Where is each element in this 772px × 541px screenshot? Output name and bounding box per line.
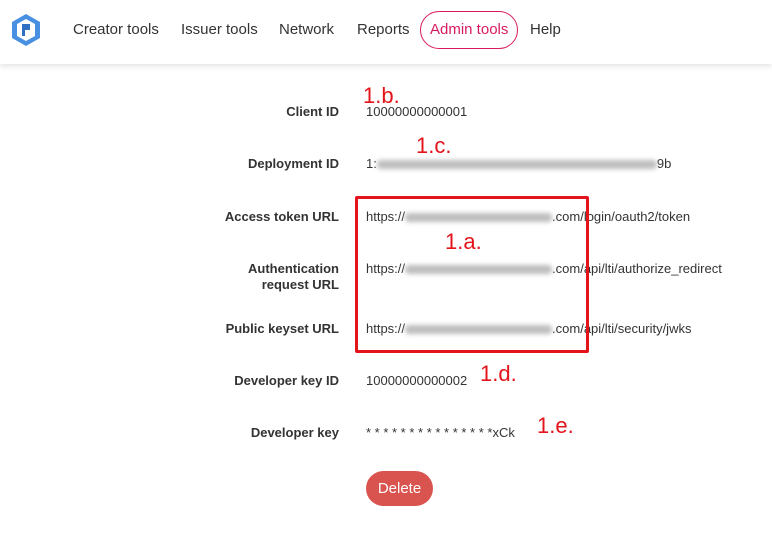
- deployment-id-suffix: 9b: [656, 156, 672, 171]
- nav-network[interactable]: Network: [279, 19, 334, 41]
- developer-key-id-value: 10000000000002: [366, 373, 468, 388]
- developer-key-value: * * * * * * * * * * * * * * *xCk: [366, 425, 515, 440]
- public-keyset-url-label: Public keyset URL: [225, 321, 339, 336]
- deployment-id-value: 1: 9b: [366, 156, 671, 172]
- annotation-1b: 1.b.: [363, 83, 400, 108]
- nav-creator-tools[interactable]: Creator tools: [73, 19, 159, 41]
- developer-key-id-label: Developer key ID: [234, 373, 339, 388]
- deployment-id-prefix: 1:: [366, 156, 377, 171]
- nav-issuer-tools[interactable]: Issuer tools: [181, 19, 258, 41]
- app-logo-icon[interactable]: [9, 12, 43, 48]
- delete-button[interactable]: Delete: [366, 471, 433, 506]
- access-token-url-label: Access token URL: [224, 209, 339, 224]
- developer-key-label: Developer key: [250, 425, 339, 440]
- annotation-1c: 1.c.: [416, 133, 452, 158]
- nav-admin-tools[interactable]: Admin tools: [420, 11, 519, 49]
- redacted-deployment-id: [376, 160, 657, 170]
- auth-request-url-label-line1: Authentication: [248, 261, 339, 276]
- annotation-1e: 1.e.: [537, 413, 574, 438]
- nav-help[interactable]: Help: [530, 19, 561, 41]
- deployment-id-label: Deployment ID: [247, 156, 339, 171]
- client-id-label: Client ID: [286, 104, 339, 119]
- annotation-1d: 1.d.: [480, 361, 517, 386]
- auth-request-url-label: Authentication request URL: [248, 261, 339, 293]
- auth-request-url-label-line2: request URL: [261, 277, 339, 292]
- nav-reports[interactable]: Reports: [357, 19, 410, 41]
- annotation-1a: 1.a.: [445, 229, 482, 254]
- top-navigation: Creator tools Issuer tools Network Repor…: [0, 0, 772, 64]
- annotation-highlight-box: [355, 196, 589, 353]
